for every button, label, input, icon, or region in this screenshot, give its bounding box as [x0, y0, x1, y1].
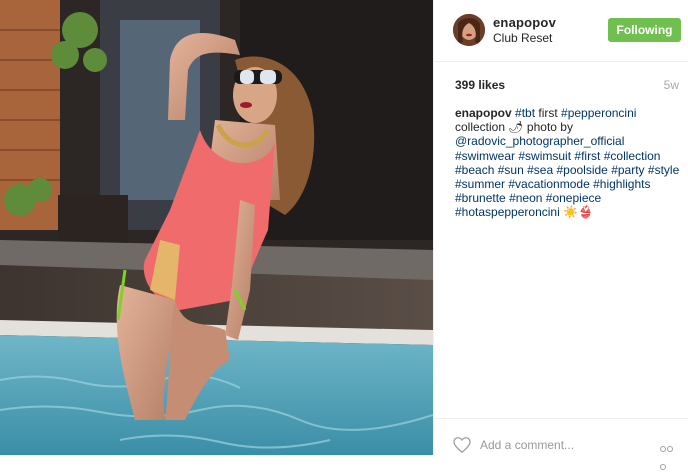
caption-hashtag-link[interactable]: #swimsuit [518, 149, 571, 163]
caption-hashtag-link[interactable]: #poolside [556, 163, 607, 177]
avatar[interactable] [453, 14, 485, 46]
caption-hashtag-link[interactable]: #neon [509, 191, 542, 205]
caption-hashtag-link[interactable]: #swimwear [455, 149, 515, 163]
comment-bar [434, 418, 688, 470]
caption-text: ☀️👙 [559, 205, 593, 220]
caption-text: collection 🌶 photo by [455, 120, 573, 135]
caption-hashtag-link[interactable]: #vacationmode [508, 177, 589, 191]
caption-line: collection 🌶 photo by [455, 120, 681, 134]
avatar-image [453, 14, 485, 46]
caption-hashtag-link[interactable]: #brunette [455, 191, 506, 205]
post-location[interactable]: Club Reset [493, 31, 552, 45]
caption-hashtag-link[interactable]: #first [574, 149, 600, 163]
caption-hashtag-link[interactable]: #beach [455, 163, 494, 177]
caption-line: @radovic_photographer_official [455, 134, 681, 148]
likes-count[interactable]: 399 likes [455, 78, 505, 92]
post-caption: enapopov #tbt first #pepperoncini collect… [455, 106, 681, 220]
post-photo[interactable] [0, 0, 433, 455]
post-header: enapopov Club Reset Following [434, 0, 688, 62]
post-sidebar: enapopov Club Reset Following 399 likes … [433, 0, 688, 470]
caption-line: enapopov #tbt first #pepperoncini [455, 106, 681, 120]
caption-text: first [535, 106, 562, 120]
caption-hashtag-link[interactable]: #pepperoncini [561, 106, 636, 120]
heart-icon[interactable] [453, 437, 471, 453]
caption-username[interactable]: enapopov [455, 106, 515, 120]
caption-hashtag-link[interactable]: #sun [498, 163, 524, 177]
more-options-icon[interactable] [660, 439, 680, 470]
caption-line: #hotaspepperoncini ☀️👙 [455, 205, 681, 219]
post-author-username[interactable]: enapopov [493, 15, 556, 30]
caption-hashtag-link[interactable]: #tbt [515, 106, 535, 120]
caption-hashtag-link[interactable]: #hotaspepperoncini [455, 205, 560, 219]
post-photo-illustration [0, 0, 433, 455]
post-timestamp[interactable]: 5w [664, 78, 679, 92]
caption-line: #beach #sun #sea #poolside #party #style [455, 163, 681, 177]
caption-hashtag-link[interactable]: #highlights [593, 177, 650, 191]
instagram-post: enapopov Club Reset Following 399 likes … [0, 0, 688, 470]
caption-hashtag-link[interactable]: #party [611, 163, 644, 177]
following-button[interactable]: Following [608, 18, 681, 42]
caption-line: #brunette #neon #onepiece [455, 191, 681, 205]
caption-hashtag-link[interactable]: #summer [455, 177, 505, 191]
comment-input[interactable] [480, 436, 630, 454]
caption-line: #summer #vacationmode #highlights [455, 177, 681, 191]
caption-hashtag-link[interactable]: #collection [604, 149, 661, 163]
caption-line: #swimwear #swimsuit #first #collection [455, 149, 681, 163]
caption-hashtag-link[interactable]: #onepiece [546, 191, 601, 205]
caption-mention-link[interactable]: @radovic_photographer_official [455, 134, 624, 148]
caption-hashtag-link[interactable]: #sea [527, 163, 553, 177]
caption-hashtag-link[interactable]: #style [648, 163, 679, 177]
